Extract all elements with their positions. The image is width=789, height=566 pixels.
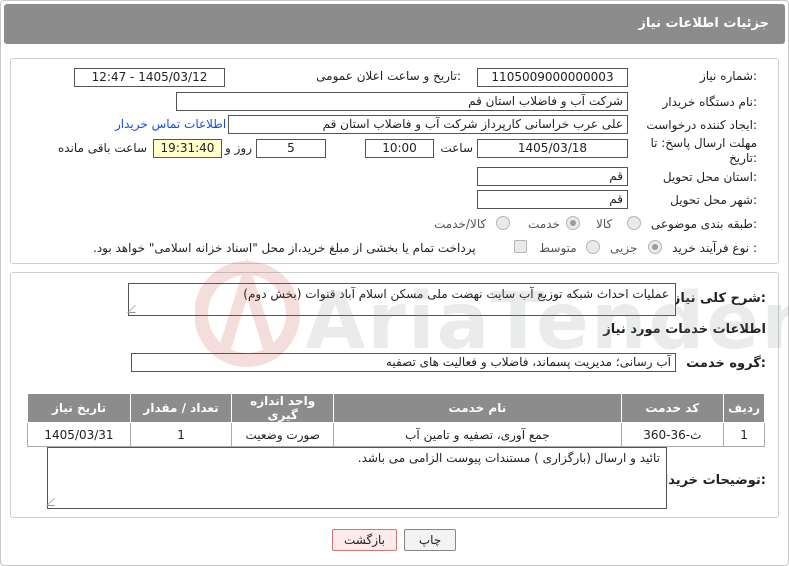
need-number-label: شماره نیاز: (699, 69, 757, 83)
resize-handle-icon[interactable] (46, 498, 62, 506)
process-label: نوع فرآیند خرید : (672, 241, 757, 255)
buyer-notes-text: تائید و ارسال (بارگزاری ) مستندات پیوست … (357, 451, 660, 465)
cell-row-number: 1 (723, 422, 765, 447)
category-label: طبقه بندی موضوعی: (650, 217, 757, 231)
process-medium-label: متوسط (539, 241, 577, 255)
category-service-radio[interactable] (566, 216, 580, 230)
resize-handle-icon[interactable] (127, 305, 143, 313)
deadline-label: مهلت ارسال پاسخ: تا تاریخ: (637, 136, 757, 166)
buyer-notes-textarea[interactable]: تائید و ارسال (بارگزاری ) مستندات پیوست … (46, 447, 667, 509)
treasury-note: پرداخت تمام یا بخشی از مبلغ خرید،از محل … (93, 241, 476, 255)
buyer-org-field: شرکت آب و فاضلاب استان قم (176, 92, 628, 111)
summary-textarea[interactable]: عملیات احداث شبکه توزیع آب سایت نهضت ملی… (127, 283, 676, 316)
category-goods-radio[interactable] (627, 216, 641, 230)
col-service-name: نام خدمت (333, 393, 622, 423)
creator-label: ایجاد کننده درخواست: (646, 118, 757, 132)
services-section-title: اطلاعات خدمات مورد نیاز (603, 322, 766, 337)
city-field: قم (477, 190, 628, 209)
summary-label: شرح کلی نیاز: (672, 291, 766, 306)
province-label: استان محل تحویل: (662, 170, 757, 184)
deadline-time-field: 10:00 (365, 139, 434, 158)
category-goods-label: کالا (596, 217, 613, 231)
category-goods-service-label: کالا/خدمت (434, 217, 487, 231)
page-header: جزئیات اطلاعات نیاز (4, 4, 785, 44)
buyer-org-label: نام دستگاه خریدار: (662, 95, 758, 109)
province-field: قم (477, 167, 628, 186)
deadline-date-field: 1405/03/18 (477, 139, 628, 158)
process-minor-radio[interactable] (648, 240, 662, 254)
print-button[interactable]: چاپ (404, 529, 456, 551)
need-number-field: 1105009000000003 (477, 68, 628, 87)
days-label: روز و (225, 141, 252, 155)
cell-quantity: 1 (129, 422, 233, 447)
col-unit: واحد اندازه گیری (231, 393, 335, 423)
treasury-checkbox[interactable] (514, 240, 527, 253)
services-table: ردیف کد خدمت نام خدمت واحد اندازه گیری ت… (27, 393, 765, 447)
col-service-code: کد خدمت (620, 393, 725, 423)
summary-text: عملیات احداث شبکه توزیع آب سایت نهضت ملی… (243, 287, 669, 301)
cell-need-date: 1405/03/31 (27, 422, 131, 447)
category-goods-service-radio[interactable] (496, 216, 510, 230)
days-field: 5 (256, 139, 326, 158)
col-quantity: تعداد / مقدار (129, 393, 233, 423)
category-service-label: خدمت (528, 217, 560, 231)
remaining-label: ساعت باقی مانده (57, 141, 147, 155)
cell-service-code: ث-36-360 (620, 422, 725, 447)
page-title: جزئیات اطلاعات نیاز (638, 16, 769, 31)
process-medium-radio[interactable] (586, 240, 600, 254)
table-row: 1 ث-36-360 جمع آوری، تصفیه و تامین آب صو… (27, 422, 765, 447)
services-table-header: ردیف کد خدمت نام خدمت واحد اندازه گیری ت… (27, 393, 765, 423)
buyer-contact-link[interactable]: اطلاعات تماس خریدار (115, 117, 226, 131)
deadline-label-text: مهلت ارسال پاسخ: تا تاریخ: (650, 136, 757, 165)
announce-label: تاریخ و ساعت اعلان عمومی: (316, 69, 461, 83)
time-label: ساعت (440, 141, 473, 155)
service-group-field: آب رسانی؛ مدیریت پسماند، فاضلاب و فعالیت… (131, 353, 676, 372)
cell-service-name: جمع آوری، تصفیه و تامین آب (333, 422, 622, 447)
col-row-number: ردیف (723, 393, 765, 423)
col-need-date: تاریخ نیاز (27, 393, 131, 423)
service-group-label: گروه خدمت: (686, 356, 766, 371)
cell-unit: صورت وضعیت (231, 422, 335, 447)
city-label: شهر محل تحویل: (670, 193, 757, 207)
announce-field: 1405/03/12 - 12:47 (74, 68, 225, 87)
process-minor-label: جزیی (610, 241, 638, 255)
remaining-time-field: 19:31:40 (153, 139, 222, 158)
creator-field: علی عرب خراسانی کارپرداز شرکت آب و فاضلا… (228, 115, 628, 134)
back-button[interactable]: بازگشت (332, 529, 397, 551)
buyer-notes-label: توضیحات خریدار: (656, 473, 766, 488)
